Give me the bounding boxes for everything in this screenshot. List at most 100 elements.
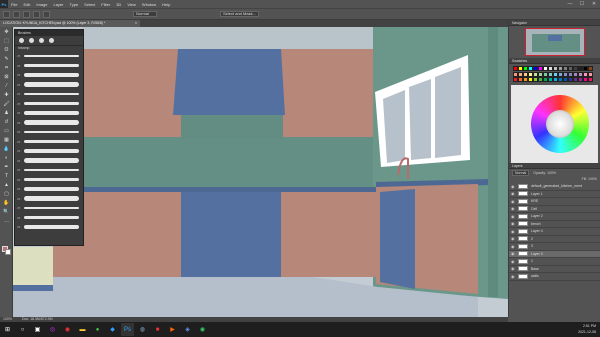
brush-preset[interactable]: 25 [17,185,79,194]
visibility-eye-icon[interactable]: ◉ [511,191,515,196]
gradient-tool-icon[interactable]: ▦ [2,136,11,144]
color-wheel[interactable] [531,95,589,153]
minimize-button[interactable]: — [564,0,576,8]
brush-preset[interactable]: 25 [17,157,79,166]
path-select-tool-icon[interactable]: ▲ [2,181,11,189]
layer-row[interactable]: ◉ Layer 2 [509,213,600,221]
healing-tool-icon[interactable]: ✚ [2,91,11,99]
frame-tool-icon[interactable]: ⊠ [2,73,11,81]
document-tab[interactable]: LOCATION: KYUNDA_KITCHEN.psd @ 100% (Lay… [0,20,140,27]
more-tools-icon[interactable]: … [2,217,11,225]
menu-item-help[interactable]: Help [159,2,173,7]
maximize-button[interactable]: ☐ [576,0,588,8]
subtract-selection-icon[interactable] [33,10,40,18]
search-icon[interactable]: ○ [16,323,29,336]
visibility-eye-icon[interactable]: ◉ [511,206,515,211]
app-icon[interactable]: ◎ [46,323,59,336]
brush-size-preset[interactable] [29,38,34,43]
layer-row[interactable]: ◉ KRE [509,198,600,206]
brush-preset[interactable]: 25 [17,71,79,80]
select-and-mask-button[interactable]: Select and Mask... [220,11,259,17]
color-swatch[interactable] [588,71,593,77]
quick-select-tool-icon[interactable]: ✎ [2,55,11,63]
crop-tool-icon[interactable]: ⌗ [2,64,11,72]
color-swatch[interactable] [588,77,593,83]
brush-preset[interactable]: 25 [17,100,79,109]
layer-row[interactable]: ◉ default_generated_kitchen_ment [509,183,600,191]
brush-size-preset[interactable] [49,38,54,43]
brush-preset[interactable]: 25 [17,223,79,232]
visibility-eye-icon[interactable]: ◉ [511,251,515,256]
visibility-eye-icon[interactable]: ◉ [511,199,515,204]
layer-row[interactable]: ◉ Base [509,266,600,273]
blur-tool-icon[interactable]: 💧 [2,145,11,153]
photoshop-logo[interactable]: Ps [0,0,8,8]
menu-item-filter[interactable]: Filter [98,2,113,7]
color-swatch[interactable] [588,66,593,71]
file-explorer-icon[interactable]: ▬ [76,323,89,336]
menu-item-type[interactable]: Type [67,2,82,7]
windows-start-icon[interactable]: ⊞ [1,323,14,336]
chrome-icon[interactable]: ● [91,323,104,336]
photoshop-taskbar-icon[interactable]: Ps [121,323,134,336]
brush-preset[interactable]: 25 [17,62,79,71]
layer-row[interactable]: ◉ Layer 4 [509,228,600,236]
visibility-eye-icon[interactable]: ◉ [511,236,515,241]
app-icon[interactable]: ■ [151,323,164,336]
brush-preset[interactable]: 25 [17,166,79,175]
stamp-tool-icon[interactable]: ♟ [2,109,11,117]
brush-preset[interactable]: 25 [17,138,79,147]
style-select[interactable]: Normal [133,11,157,17]
eyedropper-tool-icon[interactable]: ⁄ [2,82,11,90]
brush-preset[interactable]: 25 [17,195,79,204]
layer-row[interactable]: ◉ 1 [509,258,600,266]
close-button[interactable]: ✕ [588,0,600,8]
brush-preset[interactable]: 25 [17,147,79,156]
brush-preset[interactable]: 25 [17,109,79,118]
layer-row[interactable]: ◉ Layer 1 [509,191,600,198]
brush-group-name[interactable]: Inkamp [15,46,83,51]
navigator-panel-title[interactable]: Navigator [509,20,600,26]
visibility-eye-icon[interactable]: ◉ [511,184,515,189]
dodge-tool-icon[interactable]: ◐ [2,154,11,162]
visibility-eye-icon[interactable]: ◉ [511,266,515,271]
brush-size-preset[interactable] [19,38,24,43]
app-icon[interactable]: ◆ [106,323,119,336]
zoom-tool-icon[interactable]: 🔍 [2,208,11,216]
visibility-eye-icon[interactable]: ◉ [511,259,515,264]
app-icon[interactable]: ◉ [196,323,209,336]
shape-tool-icon[interactable]: ▢ [2,190,11,198]
blend-mode-select[interactable]: Normal [512,170,530,176]
brush-preset[interactable]: 25 [17,52,79,61]
pen-tool-icon[interactable]: ✒ [2,163,11,171]
app-icon[interactable]: ▶ [166,323,179,336]
marquee-tool-icon[interactable]: ⬚ [2,37,11,45]
history-brush-icon[interactable]: ↺ [2,118,11,126]
layer-row[interactable]: ◉ bench [509,221,600,228]
steam-icon[interactable]: ◍ [136,323,149,336]
visibility-eye-icon[interactable]: ◉ [511,214,515,219]
menu-item-window[interactable]: Window [139,2,159,7]
close-tab-icon[interactable]: × [135,20,137,27]
lasso-tool-icon[interactable]: ʘ [2,46,11,54]
task-view-icon[interactable]: ▣ [31,323,44,336]
brush-preset[interactable]: 25 [17,81,79,90]
brush-tool-icon[interactable]: 🖌 [2,100,11,108]
menu-item-edit[interactable]: Edit [20,2,33,7]
menu-item-layer[interactable]: Layer [50,2,66,7]
brush-preset[interactable]: 25 [17,90,79,99]
visibility-eye-icon[interactable]: ◉ [511,244,515,249]
visibility-eye-icon[interactable]: ◉ [511,274,515,279]
layer-row[interactable]: ◉ walls [509,273,600,281]
brush-preset[interactable]: 25 [17,214,79,223]
menu-item-view[interactable]: View [124,2,139,7]
background-color-swatch[interactable] [5,249,11,255]
menu-item-select[interactable]: Select [81,2,98,7]
menu-item-3d[interactable]: 3D [113,2,124,7]
app-icon[interactable]: ◈ [181,323,194,336]
layer-row[interactable]: ◉ Layer 3 [509,250,600,258]
brush-preset[interactable]: 25 [17,128,79,137]
system-tray-clock[interactable]: 2:51 PM 2021-12-08 [578,323,596,335]
app-icon[interactable]: ◉ [61,323,74,336]
tool-preset-icon[interactable] [3,10,10,18]
